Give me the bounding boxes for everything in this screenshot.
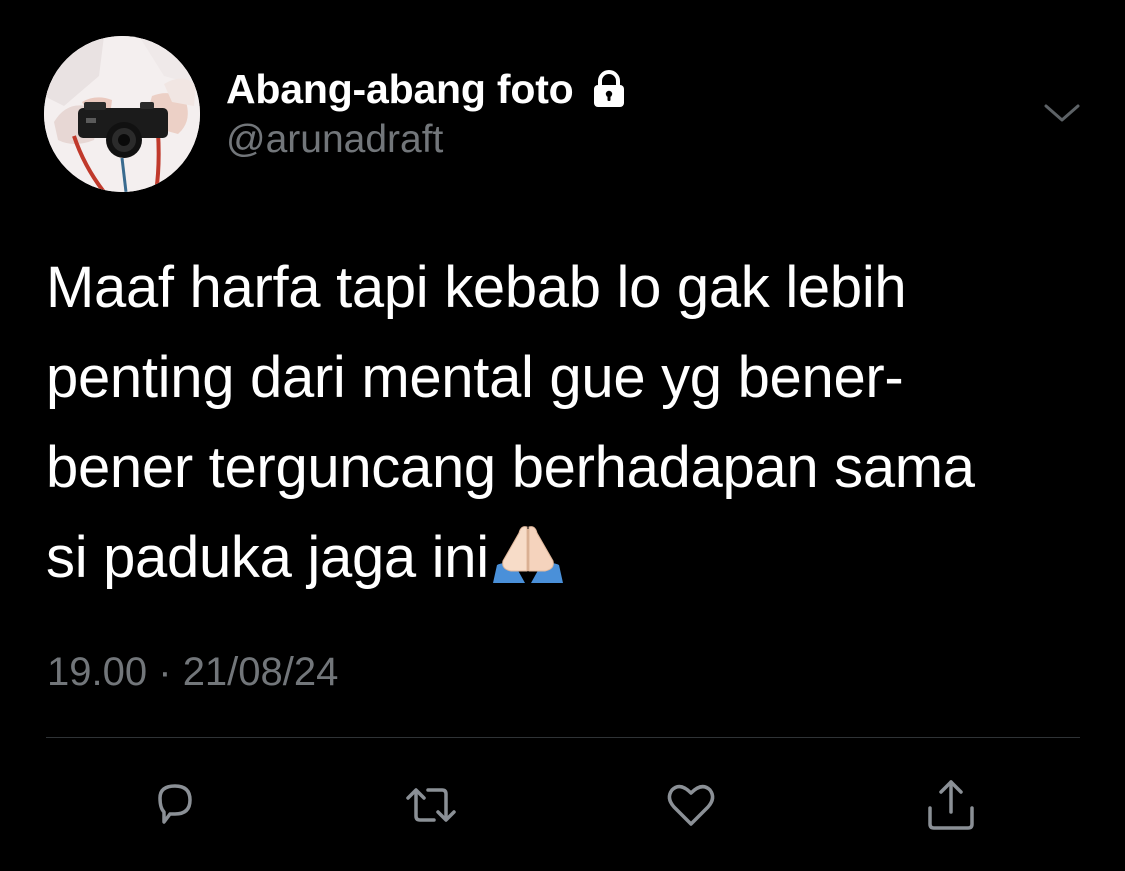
- reply-icon: [146, 776, 204, 834]
- display-name[interactable]: Abang-abang foto: [226, 66, 574, 113]
- like-button[interactable]: [662, 776, 720, 834]
- tweet-text-line: penting dari mental gue yg bener-: [46, 345, 904, 410]
- author-handle[interactable]: @arunadraft: [226, 118, 443, 162]
- retweet-icon: [402, 776, 460, 834]
- chevron-down-icon: [1036, 104, 1088, 140]
- tweet-text-line: si paduka jaga ini: [46, 525, 489, 590]
- camera-avatar-image: [44, 36, 200, 192]
- tweet-text-line: Maaf harfa tapi kebab lo gak lebih: [46, 255, 907, 320]
- tweet-time: 19.00: [47, 650, 148, 694]
- share-button[interactable]: [922, 776, 980, 834]
- share-icon: [922, 776, 980, 834]
- tweet-card: Abang-abang foto @arunadraft Maaf harfa …: [0, 0, 1125, 871]
- timestamp[interactable]: 19.00 · 21/08/24: [47, 650, 338, 695]
- divider: [46, 737, 1080, 738]
- reply-button[interactable]: [146, 776, 204, 834]
- folded-hands-emoji: [491, 519, 565, 583]
- more-options-button[interactable]: [1036, 92, 1088, 136]
- timestamp-separator: ·: [158, 650, 172, 694]
- tweet-text: Maaf harfa tapi kebab lo gak lebih penti…: [46, 243, 1086, 603]
- avatar[interactable]: [44, 36, 200, 192]
- heart-icon: [662, 776, 720, 834]
- lock-icon: [588, 68, 630, 110]
- retweet-button[interactable]: [402, 776, 460, 834]
- author-name-row[interactable]: Abang-abang foto: [226, 64, 630, 114]
- tweet-text-line-last: si paduka jaga ini: [46, 513, 1086, 603]
- tweet-text-line: bener terguncang berhadapan sama: [46, 435, 975, 500]
- tweet-date: 21/08/24: [182, 650, 339, 694]
